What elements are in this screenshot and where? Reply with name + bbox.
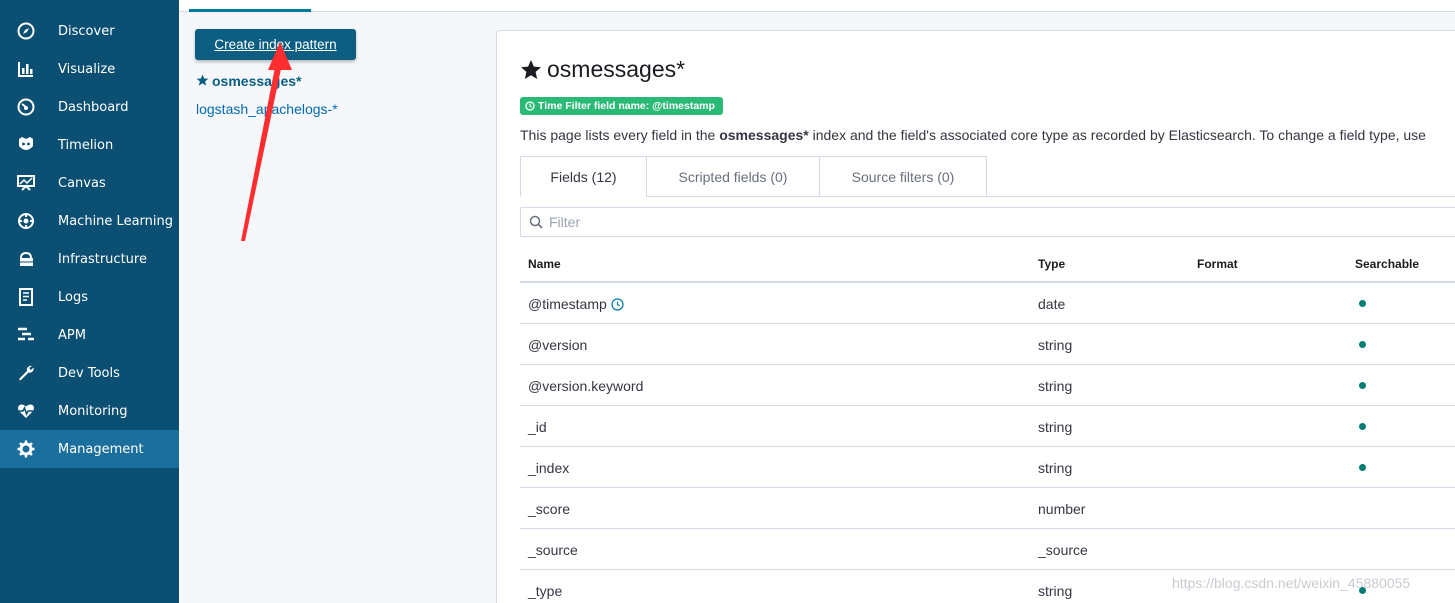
sidebar-item-machine-learning[interactable]: Machine Learning: [0, 202, 179, 240]
column-header-name[interactable]: Name: [528, 257, 561, 271]
index-pattern-title: osmessages*: [547, 56, 686, 82]
field-name: @version.keyword: [528, 378, 644, 394]
sidebar-item-apm[interactable]: APM: [0, 316, 179, 354]
time-filter-label: Time Filter field name: @timestamp: [538, 100, 715, 112]
sidebar-item-dev-tools[interactable]: Dev Tools: [0, 354, 179, 392]
star-icon[interactable]: [520, 59, 542, 81]
filter-input[interactable]: [549, 214, 1429, 230]
field-type: string: [1038, 460, 1073, 476]
table-row: @timestamp date: [520, 283, 1455, 324]
page-title: osmessages*: [520, 56, 685, 83]
timelion-icon: [17, 136, 35, 154]
sidebar-item-label: Logs: [58, 289, 88, 305]
description-text: index and the field's associated core ty…: [808, 127, 1426, 143]
table-row: _source _source: [520, 529, 1455, 570]
column-header-type[interactable]: Type: [1038, 257, 1065, 271]
field-type: string: [1038, 378, 1073, 394]
searchable-indicator: [1359, 341, 1366, 348]
top-tab-bar: [179, 0, 1455, 12]
logs-icon: [17, 288, 35, 306]
description-index-name: osmessages*: [719, 127, 809, 143]
star-icon: [196, 74, 209, 86]
top-tab-active-indicator: [189, 9, 311, 12]
table-row: @version string: [520, 324, 1455, 365]
search-icon: [529, 215, 543, 229]
tab-scripted-fields[interactable]: Scripted fields (0): [646, 156, 820, 197]
tabs-divider: [987, 196, 1455, 197]
compass-icon: [17, 22, 35, 40]
time-filter-badge: Time Filter field name: @timestamp: [520, 97, 723, 115]
red-annotation-arrow: [241, 42, 292, 241]
field-type: string: [1038, 337, 1073, 353]
tab-fields[interactable]: Fields (12): [520, 156, 647, 197]
gear-icon: [17, 440, 35, 458]
filter-field[interactable]: [520, 207, 1455, 237]
field-name: _index: [528, 460, 570, 476]
field-type: string: [1038, 583, 1073, 599]
column-header-format: Format: [1197, 257, 1238, 271]
table-row: _id string: [520, 406, 1455, 447]
sidebar-item-label: Machine Learning: [58, 213, 173, 229]
sidebar-item-management[interactable]: Management: [0, 430, 179, 468]
sidebar-item-canvas[interactable]: Canvas: [0, 164, 179, 202]
searchable-indicator: [1359, 423, 1366, 430]
field-name: _type: [528, 583, 563, 599]
field-type: string: [1038, 419, 1073, 435]
field-type: _source: [1038, 542, 1088, 558]
sidebar-item-discover[interactable]: Discover: [0, 12, 179, 50]
sidebar-item-label: APM: [58, 327, 86, 343]
field-type: date: [1038, 296, 1066, 312]
field-name: _source: [528, 542, 578, 558]
tab-source-filters[interactable]: Source filters (0): [819, 156, 987, 197]
searchable-indicator: [1359, 300, 1366, 307]
sidebar-item-label: Dev Tools: [58, 365, 120, 381]
sidebar-item-dashboard[interactable]: Dashboard: [0, 88, 179, 126]
searchable-indicator: [1359, 464, 1366, 471]
sidebar-item-label: Infrastructure: [58, 251, 147, 267]
field-name: _score: [528, 501, 571, 517]
sidebar: Discover Visualize Dashboard Timelion Ca…: [0, 0, 179, 603]
sidebar-item-visualize[interactable]: Visualize: [0, 50, 179, 88]
bar-chart-icon: [17, 60, 35, 78]
searchable-indicator: [1359, 382, 1366, 389]
clock-icon: [611, 297, 624, 311]
dashboard-icon: [17, 98, 35, 116]
infrastructure-icon: [17, 250, 35, 268]
sidebar-item-label: Timelion: [58, 137, 114, 153]
sidebar-item-timelion[interactable]: Timelion: [0, 126, 179, 164]
table-row: _score number: [520, 488, 1455, 529]
wrench-icon: [17, 364, 35, 382]
field-type: number: [1038, 501, 1086, 517]
machine-learning-icon: [17, 212, 35, 230]
sidebar-item-infrastructure[interactable]: Infrastructure: [0, 240, 179, 278]
clock-icon: [525, 101, 535, 111]
table-row: _index string: [520, 447, 1455, 488]
heartbeat-icon: [17, 402, 35, 420]
sidebar-item-label: Discover: [58, 23, 115, 39]
sidebar-item-label: Canvas: [58, 175, 106, 191]
page-description: This page lists every field in the osmes…: [520, 127, 1426, 143]
sidebar-item-label: Management: [58, 441, 144, 457]
table-row: @version.keyword string: [520, 365, 1455, 406]
field-name-cell: @timestamp: [528, 296, 624, 312]
sidebar-item-label: Dashboard: [58, 99, 129, 115]
column-header-searchable[interactable]: Searchable: [1355, 257, 1419, 271]
sidebar-item-logs[interactable]: Logs: [0, 278, 179, 316]
sidebar-item-label: Monitoring: [58, 403, 128, 419]
sidebar-item-label: Visualize: [58, 61, 116, 77]
apm-icon: [17, 326, 35, 344]
field-name: _id: [528, 419, 547, 435]
sidebar-item-monitoring[interactable]: Monitoring: [0, 392, 179, 430]
field-name: @version: [528, 337, 588, 353]
watermark: https://blog.csdn.net/weixin_45880055: [1172, 575, 1411, 591]
field-name: @timestamp: [528, 296, 607, 312]
canvas-icon: [17, 174, 35, 192]
description-text: This page lists every field in the: [520, 127, 720, 143]
